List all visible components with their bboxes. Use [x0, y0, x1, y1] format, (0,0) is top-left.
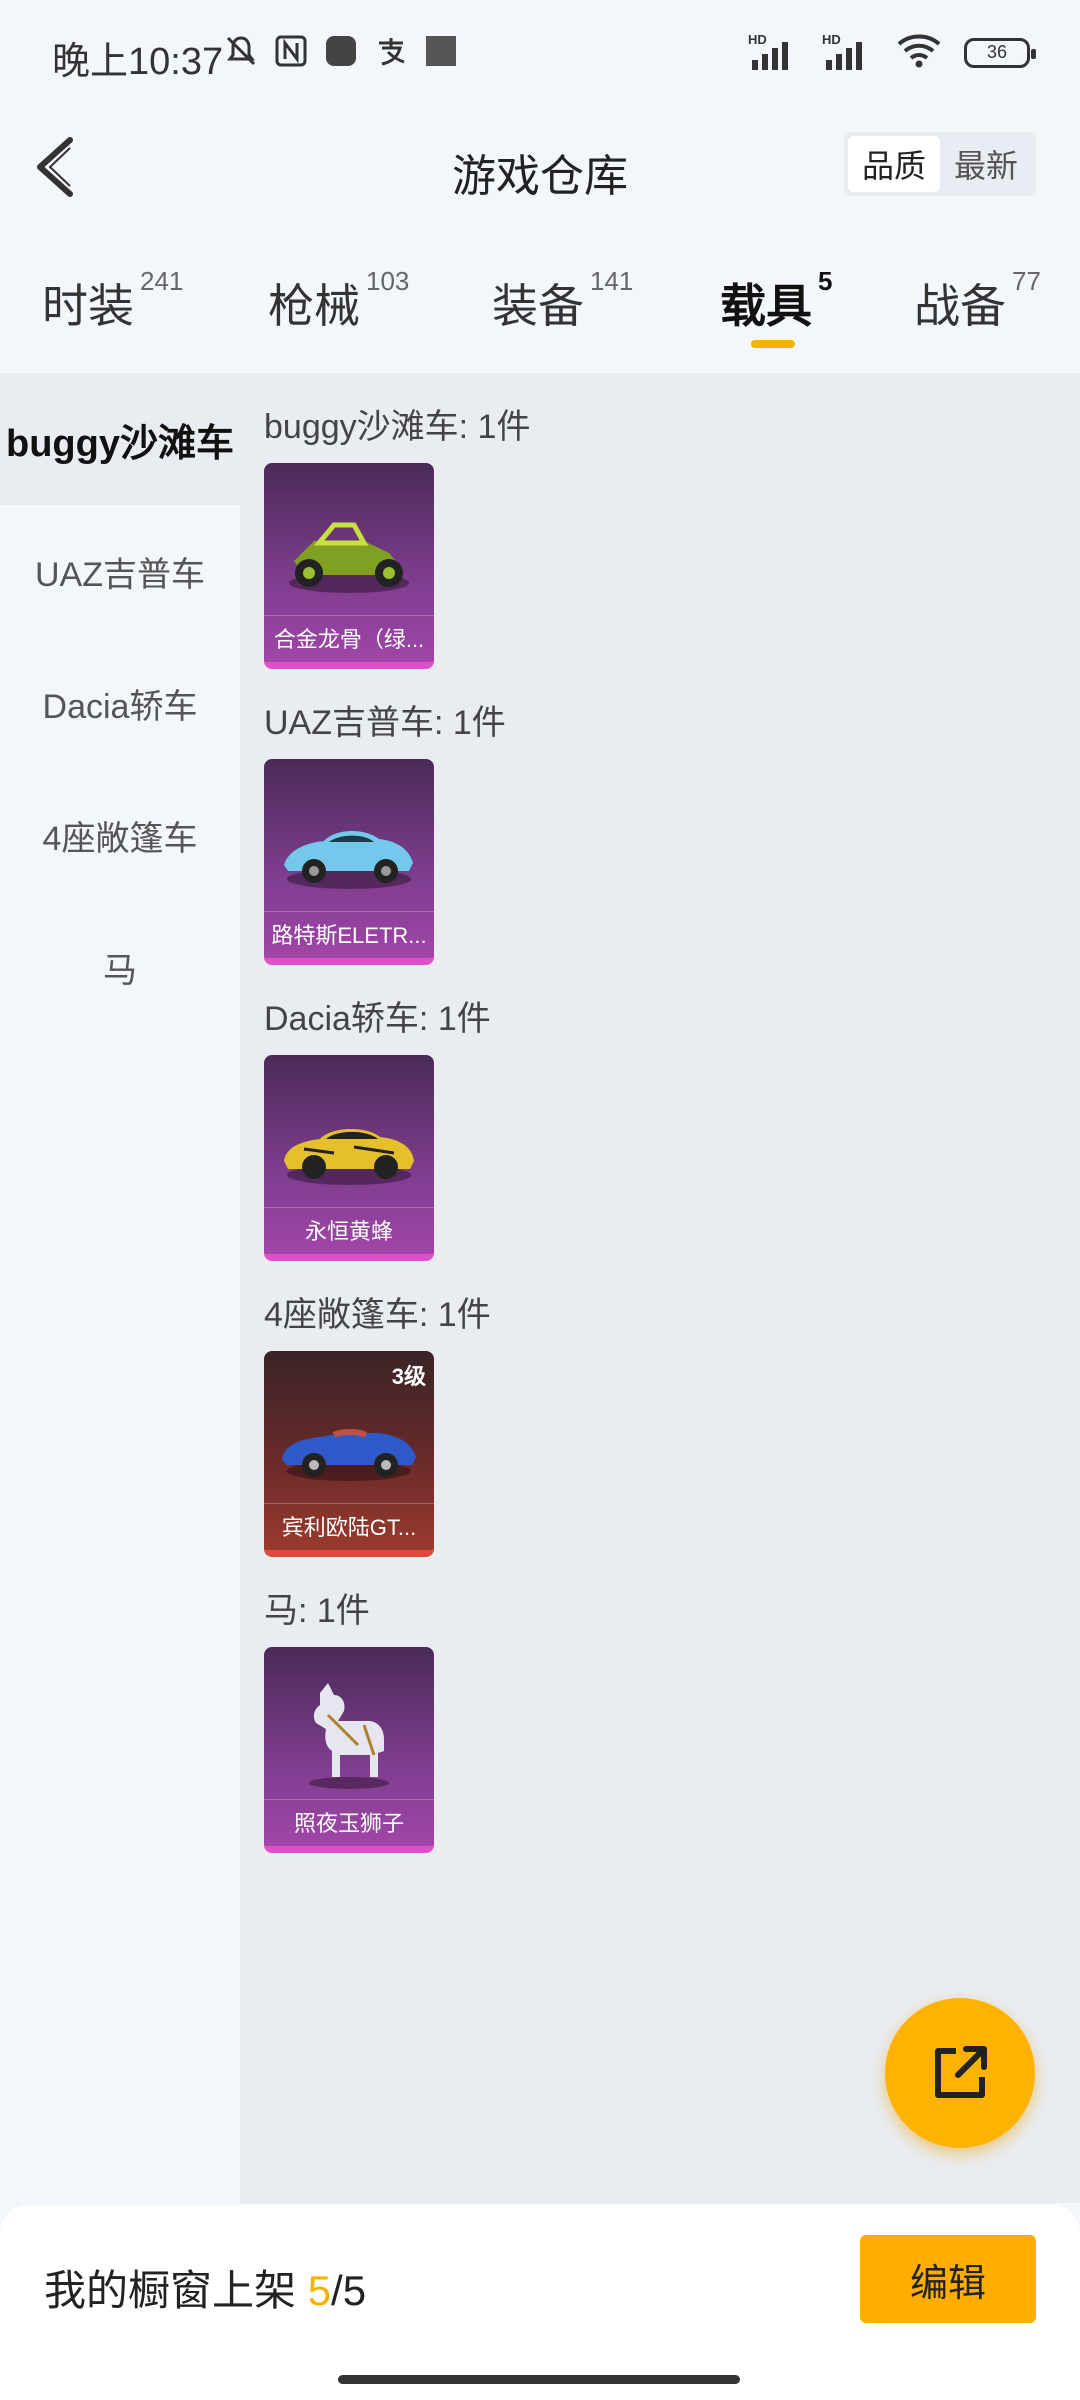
tab-guns[interactable]: 枪械 103	[268, 266, 409, 336]
alipay-icon	[374, 34, 408, 68]
app-icon	[324, 34, 358, 68]
share-external-icon	[935, 2046, 987, 2098]
sidebar-item-horse[interactable]: 马	[0, 901, 240, 1033]
status-time: 晚上10:37	[52, 41, 224, 83]
showcase-bar: 我的橱窗上架 5/5 编辑	[0, 2205, 1080, 2400]
vehicle-name: 宾利欧陆GT...	[281, 1515, 417, 1540]
edit-button[interactable]: 编辑	[860, 2235, 1036, 2323]
home-indicator[interactable]	[338, 2375, 740, 2384]
status-bar: 晚上10:37 HD HD 36	[0, 0, 1080, 110]
tab-fashion[interactable]: 时装 241	[42, 266, 183, 336]
vehicle-card[interactable]: 合金龙骨（绿...	[264, 463, 434, 669]
sidebar-item-dacia[interactable]: Dacia轿车	[0, 637, 240, 769]
section-title: buggy沙滩车: 1件	[264, 408, 531, 446]
sports-car-image	[284, 830, 413, 889]
wifi-icon	[896, 32, 942, 73]
category-tabs: 时装 241 枪械 103 装备 141 载具 5 战备 77	[0, 250, 1080, 370]
vehicle-card[interactable]: 永恒黄蜂	[264, 1055, 434, 1261]
vehicle-list: buggy沙滩车: 1件 合金龙骨（绿... UAZ吉普车: 1件 路特斯ELE…	[240, 373, 1080, 2203]
sort-newest-button[interactable]: 最新	[940, 136, 1032, 192]
buggy-image	[289, 522, 409, 593]
vehicle-name: 路特斯ELETR...	[271, 923, 427, 948]
header: 游戏仓库 品质 最新	[0, 110, 1080, 220]
system-icons: HD HD 36	[748, 32, 1036, 73]
tab-vehicles[interactable]: 载具 5	[720, 266, 832, 336]
vehicle-card[interactable]: 3级 宾利欧陆GT...	[264, 1351, 434, 1557]
vehicle-name: 照夜玉狮子	[293, 1811, 404, 1836]
notification-icons	[224, 34, 458, 68]
mute-icon	[224, 34, 258, 68]
share-button[interactable]	[885, 1998, 1035, 2148]
sidebar-item-buggy[interactable]: buggy沙滩车	[0, 373, 240, 505]
section-title: 马: 1件	[264, 1592, 370, 1630]
showcase-count: 5	[307, 2267, 332, 2314]
convertible-image	[282, 1429, 416, 1481]
vehicle-card[interactable]: 路特斯ELETR...	[264, 759, 434, 965]
tab-supplies[interactable]: 战备 77	[914, 266, 1041, 336]
hd-signal-icon: HD	[748, 32, 800, 72]
tab-equipment[interactable]: 装备 141	[492, 266, 633, 336]
vehicle-name: 合金龙骨（绿...	[273, 627, 425, 652]
sort-toggle: 品质 最新	[844, 132, 1036, 196]
section-title: Dacia轿车: 1件	[264, 1000, 491, 1038]
sidebar-item-convertible[interactable]: 4座敞篷车	[0, 769, 240, 901]
yellow-car-image	[284, 1128, 414, 1185]
sort-quality-button[interactable]: 品质	[848, 136, 940, 192]
section-title: 4座敞篷车: 1件	[264, 1296, 491, 1334]
battery-icon: 36	[964, 37, 1036, 68]
active-tab-indicator	[751, 340, 795, 348]
vehicle-type-sidebar: buggy沙滩车 UAZ吉普车 Dacia轿车 4座敞篷车 马	[0, 373, 240, 2203]
square-icon	[424, 34, 458, 68]
vehicle-card[interactable]: 照夜玉狮子	[264, 1647, 434, 1853]
nfc-icon	[274, 34, 308, 68]
showcase-status: 我的橱窗上架 5/5	[44, 2267, 367, 2314]
vehicle-name: 永恒黄蜂	[304, 1219, 393, 1244]
sidebar-item-uaz[interactable]: UAZ吉普车	[0, 505, 240, 637]
hd-signal-icon: HD	[822, 32, 874, 72]
section-title: UAZ吉普车: 1件	[264, 704, 506, 742]
horse-image	[309, 1683, 389, 1789]
